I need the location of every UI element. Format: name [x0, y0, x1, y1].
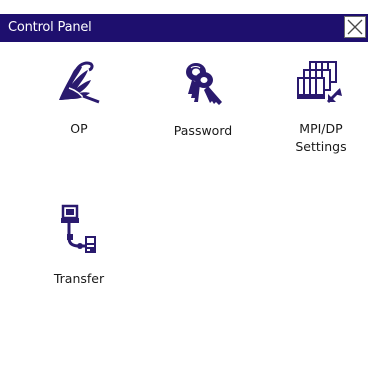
window-title: Control Panel — [8, 20, 92, 35]
op-app[interactable]: OP — [26, 60, 132, 138]
close-button[interactable] — [344, 16, 366, 38]
network-settings-icon — [297, 61, 342, 104]
keys-icon — [186, 63, 222, 105]
mpi-dp-settings-label: MPI/DP Settings — [268, 120, 374, 156]
mpi-dp-label-line2: Settings — [295, 139, 347, 154]
mpi-dp-settings-app[interactable]: MPI/DP Settings — [268, 60, 374, 156]
transfer-icon — [61, 204, 96, 253]
password-app[interactable]: Password — [150, 60, 256, 140]
op-icon — [59, 61, 100, 104]
password-label: Password — [173, 123, 233, 138]
transfer-label: Transfer — [53, 271, 105, 286]
mpi-dp-label-line1: MPI/DP — [299, 121, 343, 136]
title-bar[interactable]: Control Panel — [0, 14, 368, 42]
control-panel-window: Control Panel OP Password MPI/DP Setting… — [0, 0, 368, 385]
transfer-app[interactable]: Transfer — [26, 204, 132, 288]
close-icon — [347, 19, 363, 35]
op-label: OP — [70, 121, 88, 136]
